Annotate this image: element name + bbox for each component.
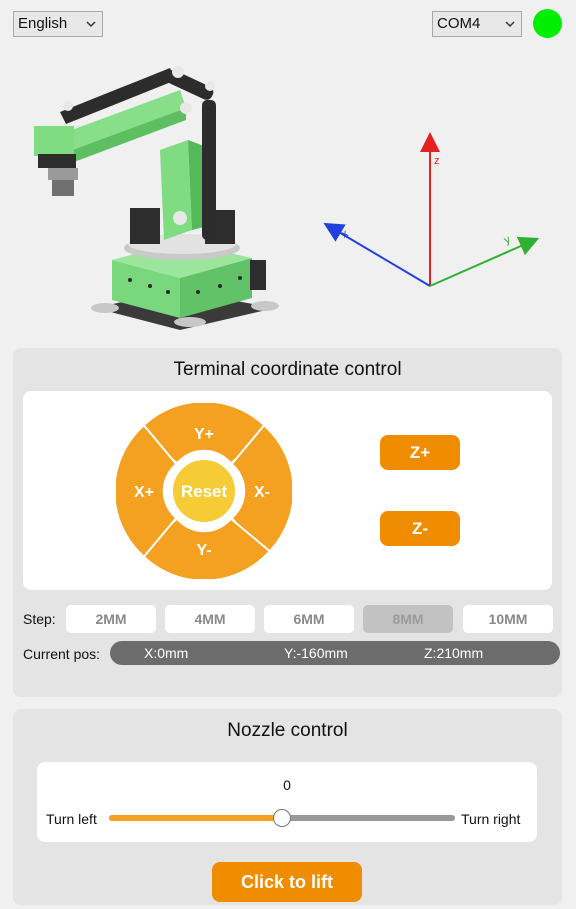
- lift-button-label: Click to lift: [240, 872, 333, 892]
- direction-pad: Y+ Y- X+ X- Reset: [116, 403, 292, 579]
- x-minus-label: X-: [254, 484, 270, 501]
- connection-status-indicator: [533, 9, 562, 38]
- z-plus-label: Z+: [409, 443, 431, 462]
- step-6mm-button[interactable]: 6MM: [264, 605, 354, 633]
- language-select-value: English: [18, 15, 68, 32]
- slider-thumb[interactable]: [273, 809, 291, 827]
- step-4mm-button[interactable]: 4MM: [165, 605, 255, 633]
- nozzle-panel-title: Nozzle control: [227, 720, 348, 741]
- pos-y-value: Y:-160mm: [284, 645, 348, 661]
- step-8mm-button[interactable]: 8MM: [363, 605, 453, 633]
- y-axis-label: y: [502, 233, 513, 246]
- step-label: Step:: [23, 611, 56, 627]
- terminal-panel-title: Terminal coordinate control: [173, 359, 402, 380]
- coordinate-axes-diagram: z x y: [323, 132, 540, 287]
- pos-z-value: Z:210mm: [424, 645, 484, 661]
- port-select-value: COM4: [437, 15, 481, 32]
- click-to-lift-button[interactable]: Click to lift: [212, 862, 362, 902]
- z-minus-label: Z-: [411, 519, 429, 538]
- pos-x-value: X:0mm: [144, 645, 189, 661]
- x-plus-label: X+: [134, 484, 154, 501]
- current-pos-display: X:0mm Y:-160mm Z:210mm: [110, 641, 560, 665]
- y-plus-label: Y+: [194, 426, 214, 443]
- current-pos-label: Current pos:: [23, 646, 101, 662]
- chevron-down-icon: [505, 21, 515, 28]
- z-minus-button[interactable]: Z-: [380, 511, 460, 546]
- nozzle-slider-container: [37, 762, 537, 842]
- reset-label: Reset: [181, 482, 228, 501]
- language-select[interactable]: English: [13, 11, 103, 37]
- nozzle-value: 0: [283, 777, 291, 793]
- z-plus-button[interactable]: Z+: [380, 435, 460, 470]
- slider-fill: [109, 815, 282, 821]
- turn-left-label: Turn left: [46, 811, 97, 827]
- chevron-down-icon: [86, 21, 96, 28]
- step-2mm-button[interactable]: 2MM: [66, 605, 156, 633]
- step-10mm-button[interactable]: 10MM: [463, 605, 553, 633]
- turn-right-label: Turn right: [461, 811, 521, 827]
- z-axis-label: z: [434, 155, 440, 167]
- robot-arm-image: [34, 66, 279, 330]
- port-select[interactable]: COM4: [432, 11, 522, 37]
- y-minus-label: Y-: [196, 542, 211, 559]
